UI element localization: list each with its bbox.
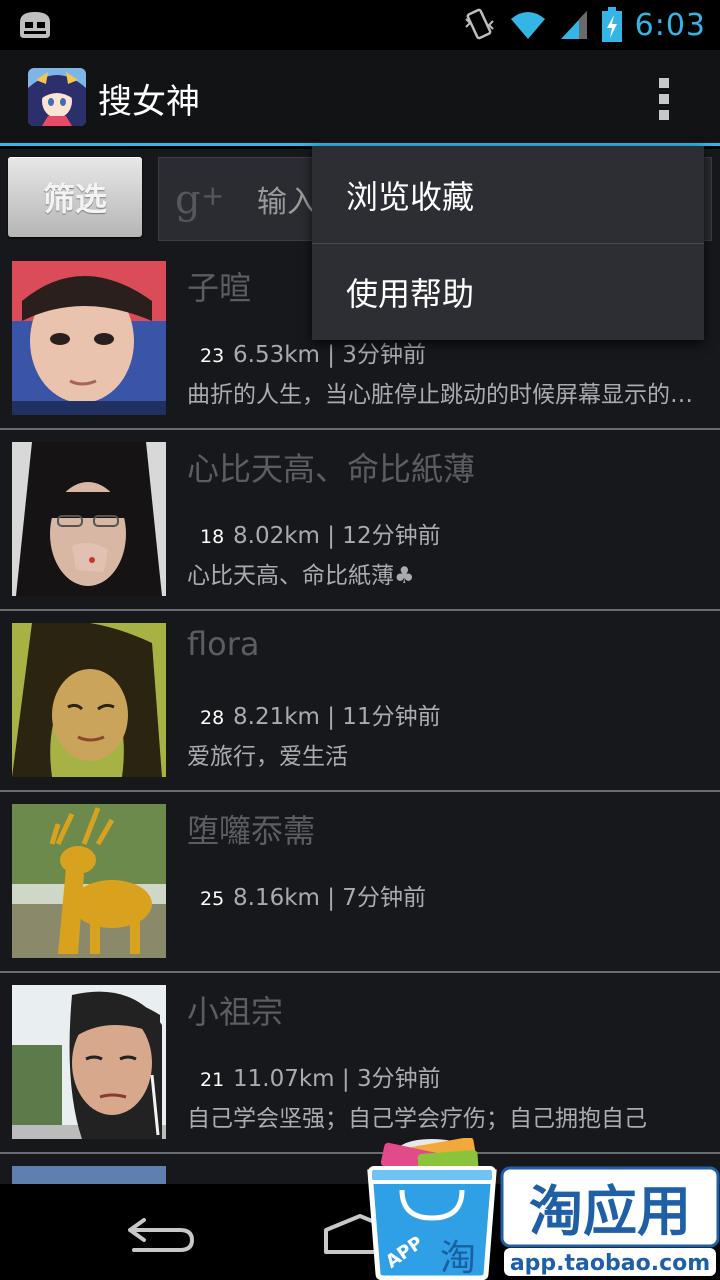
user-age: 28: [200, 707, 225, 729]
taobao-app-bag-icon: APP 淘: [367, 1138, 497, 1280]
avatar: [12, 261, 166, 415]
list-item[interactable]: flora 28 8.21km | 11分钟前 爱旅行，爱生活: [0, 611, 720, 792]
user-signature: 曲折的人生，当心脏停止跳动的时候屏幕显示的是一条直线: [187, 382, 707, 408]
user-meta: 28 8.21km | 11分钟前: [187, 697, 441, 731]
distance-time: 6.53km | 3分钟前: [233, 342, 426, 368]
user-meta: 18 8.02km | 12分钟前: [187, 516, 441, 550]
user-name: 子暄: [187, 269, 252, 307]
vibrate-icon: [464, 8, 494, 40]
user-signature: 爱旅行，爱生活: [187, 744, 348, 770]
app-logo-icon[interactable]: [28, 68, 86, 126]
watermark-brand-text: 淘应用: [529, 1180, 691, 1243]
overflow-dot-icon: [659, 110, 669, 120]
watermark-url-text: app.taobao.com: [510, 1251, 710, 1276]
app-title: 搜女神: [98, 82, 200, 122]
distance-time: 8.21km | 11分钟前: [233, 704, 441, 730]
battery-charging-icon: [601, 7, 622, 42]
avatar: [12, 985, 166, 1139]
distance-time: 11.07km | 3分钟前: [233, 1066, 441, 1092]
user-name: 小祖宗: [187, 993, 284, 1031]
overflow-dropdown-menu: 浏览收藏 使用帮助: [312, 146, 704, 340]
svg-text:g: g: [175, 177, 201, 223]
back-icon[interactable]: [124, 1214, 196, 1254]
avatar: [12, 804, 166, 958]
search-placeholder: 输入: [257, 185, 317, 220]
google-plus-icon: g +: [175, 177, 224, 223]
user-age: 18: [200, 526, 225, 548]
user-age: 23: [200, 345, 225, 367]
user-name: 心比天高、命比紙薄: [187, 450, 476, 488]
user-meta: 25 8.16km | 7分钟前: [187, 878, 426, 912]
user-age: 25: [200, 888, 225, 910]
overflow-dot-icon: [659, 94, 669, 104]
distance-time: 8.16km | 7分钟前: [233, 885, 426, 911]
list-item[interactable]: 堕囖忝薷 25 8.16km | 7分钟前: [0, 792, 720, 973]
distance-time: 8.02km | 12分钟前: [233, 523, 441, 549]
status-time: 6:03: [634, 7, 706, 43]
svg-text:+: +: [201, 179, 224, 212]
action-bar: 搜女神: [0, 50, 720, 146]
avatar: [12, 1166, 166, 1184]
user-signature: 心比天高、命比紙薄♣: [187, 563, 415, 589]
cyanogenmod-icon: [20, 12, 50, 38]
overflow-dot-icon: [659, 78, 669, 88]
taobao-watermark: 淘应用 app.taobao.com: [500, 1166, 720, 1276]
user-meta: 21 11.07km | 3分钟前: [187, 1059, 441, 1093]
signal-icon: [560, 11, 587, 39]
menu-item-help[interactable]: 使用帮助: [312, 243, 704, 340]
status-bar: 6:03: [0, 0, 720, 50]
overflow-menu-button[interactable]: [644, 74, 684, 124]
wifi-icon: [510, 12, 545, 39]
menu-item-browse-favorites[interactable]: 浏览收藏: [312, 146, 704, 243]
list-item[interactable]: 心比天高、命比紙薄 18 8.02km | 12分钟前 心比天高、命比紙薄♣: [0, 430, 720, 611]
user-age: 21: [200, 1069, 225, 1091]
user-signature: 自己学会坚强；自己学会疗伤；自己拥抱自己: [187, 1106, 647, 1132]
user-name: flora: [187, 625, 260, 663]
avatar: [12, 442, 166, 596]
user-meta: 23 6.53km | 3分钟前: [187, 335, 426, 369]
filter-button[interactable]: 筛选: [8, 157, 142, 237]
user-list: 子暄 23 6.53km | 3分钟前 曲折的人生，当心脏停止跳动的时候屏幕显示…: [0, 249, 720, 1184]
bag-char-text: 淘: [440, 1238, 476, 1279]
avatar: [12, 623, 166, 777]
list-item[interactable]: 小祖宗 21 11.07km | 3分钟前 自己学会坚强；自己学会疗伤；自己拥抱…: [0, 973, 720, 1154]
user-name: 堕囖忝薷: [187, 812, 316, 850]
